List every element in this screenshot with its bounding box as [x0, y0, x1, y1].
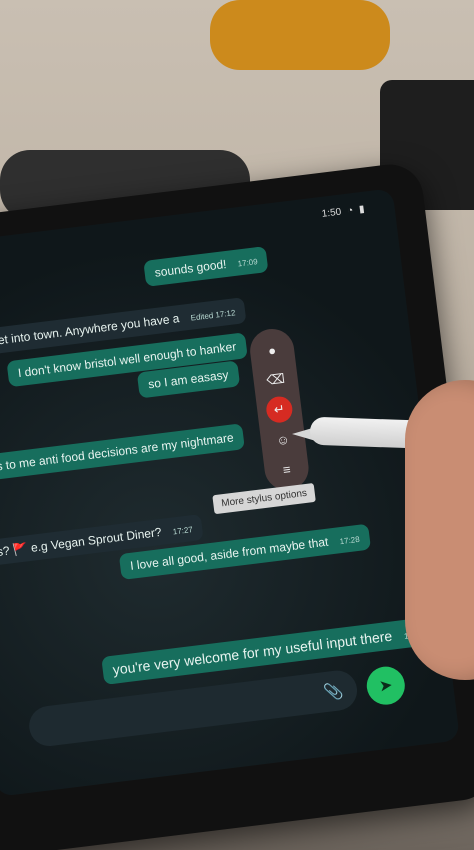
- mic-icon[interactable]: ●: [258, 336, 287, 365]
- chat-screen: 1:50 ◔ ▮ sounds good! 17:09 en you get i…: [0, 188, 460, 797]
- status-bar: 1:50 ◔ ▮: [321, 204, 365, 220]
- message-out[interactable]: sounds good! 17:09: [143, 246, 269, 287]
- battery-icon: ▮: [358, 203, 366, 216]
- send-icon: ➤: [378, 676, 394, 696]
- message-input[interactable]: 📎: [26, 668, 360, 749]
- attach-icon[interactable]: 📎: [322, 681, 344, 703]
- wifi-icon: ◔: [346, 205, 354, 217]
- stylus-tooltip: More stylus options: [212, 482, 317, 515]
- message-text: so I am easasy: [147, 367, 230, 392]
- message-time: 17:09: [237, 257, 259, 269]
- stylus-toolbar: ● ⌫ ↵ ☺ ≡: [247, 326, 312, 493]
- message-text: do this to me anti food decisions are my…: [0, 430, 235, 477]
- backspace-icon[interactable]: ⌫: [261, 365, 290, 394]
- photo-scene: 1:50 ◔ ▮ sounds good! 17:09 en you get i…: [0, 0, 474, 850]
- hand: [405, 380, 474, 680]
- message-out[interactable]: do this to me anti food decisions are my…: [0, 423, 246, 485]
- tablet: 1:50 ◔ ▮ sounds good! 17:09 en you get i…: [0, 160, 474, 850]
- menu-icon[interactable]: ≡: [272, 455, 301, 484]
- message-time: 17:27: [172, 525, 194, 537]
- status-time: 1:50: [321, 206, 342, 220]
- send-button[interactable]: ➤: [364, 664, 407, 707]
- message-text: sounds good!: [153, 257, 228, 280]
- message-text: you're very welcome for my useful input …: [111, 627, 393, 678]
- message-time: Edited 17:12: [190, 308, 236, 323]
- return-icon[interactable]: ↵: [264, 395, 294, 425]
- emoji-icon[interactable]: ☺: [269, 425, 298, 454]
- message-time: 17:28: [339, 534, 361, 547]
- bag-on-floor: [210, 0, 390, 70]
